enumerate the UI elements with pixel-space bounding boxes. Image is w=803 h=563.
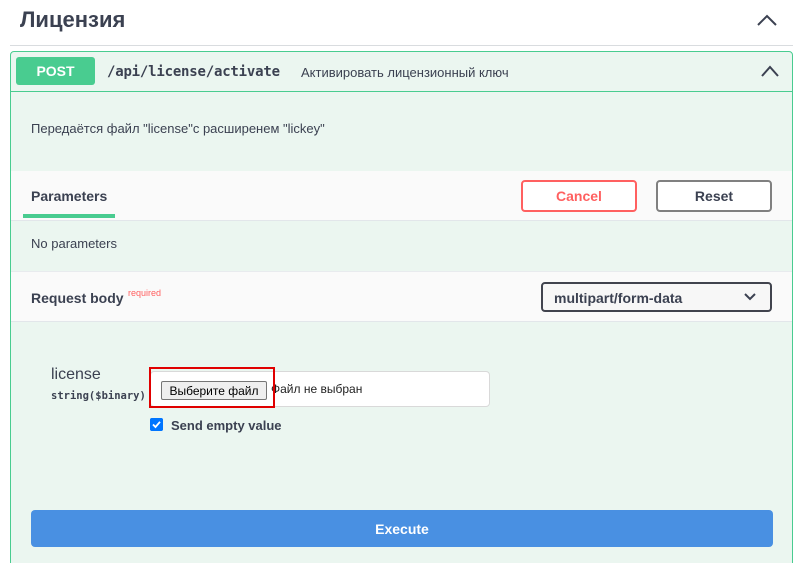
send-empty-label: Send empty value	[171, 418, 282, 433]
send-empty-checkbox[interactable]: Send empty value	[150, 418, 290, 436]
section-header[interactable]: Лицензия	[10, 0, 793, 46]
operation-path: /api/license/activate	[107, 64, 280, 80]
operation-summary[interactable]: POST /api/license/activate Активировать …	[11, 52, 792, 92]
content-type-value: multipart/form-data	[554, 290, 683, 306]
section-title: Лицензия	[20, 7, 126, 32]
chevron-down-icon	[744, 293, 756, 301]
execute-button[interactable]: Execute	[31, 510, 773, 547]
no-parameters-text: No parameters	[31, 236, 117, 251]
param-type: string($binary)	[51, 390, 146, 402]
chevron-up-icon[interactable]	[754, 10, 780, 30]
content-type-select[interactable]: multipart/form-data	[541, 282, 772, 312]
cancel-button[interactable]: Cancel	[521, 180, 637, 212]
method-badge: POST	[16, 57, 95, 85]
param-name: license	[51, 366, 101, 383]
operation-summary-text: Активировать лицензионный ключ	[301, 65, 509, 80]
request-body-header: Request body required multipart/form-dat…	[11, 271, 792, 322]
file-input[interactable]: Выберите файл Файл не выбран	[150, 371, 490, 407]
chevron-up-icon[interactable]	[759, 62, 781, 80]
required-tag: required	[128, 288, 162, 298]
file-status: Файл не выбран	[271, 382, 363, 396]
tab-underline	[23, 214, 115, 218]
operation-description: Передаётся файл "license"с расширенем "l…	[31, 121, 325, 136]
operation-block: POST /api/license/activate Активировать …	[10, 51, 793, 563]
check-icon[interactable]	[150, 418, 163, 431]
choose-file-button[interactable]: Выберите файл	[161, 381, 267, 400]
parameters-header: Parameters Cancel Reset	[11, 171, 792, 221]
tab-parameters[interactable]: Parameters	[31, 188, 107, 204]
reset-button[interactable]: Reset	[656, 180, 772, 212]
request-body-label: Request body	[31, 290, 124, 306]
